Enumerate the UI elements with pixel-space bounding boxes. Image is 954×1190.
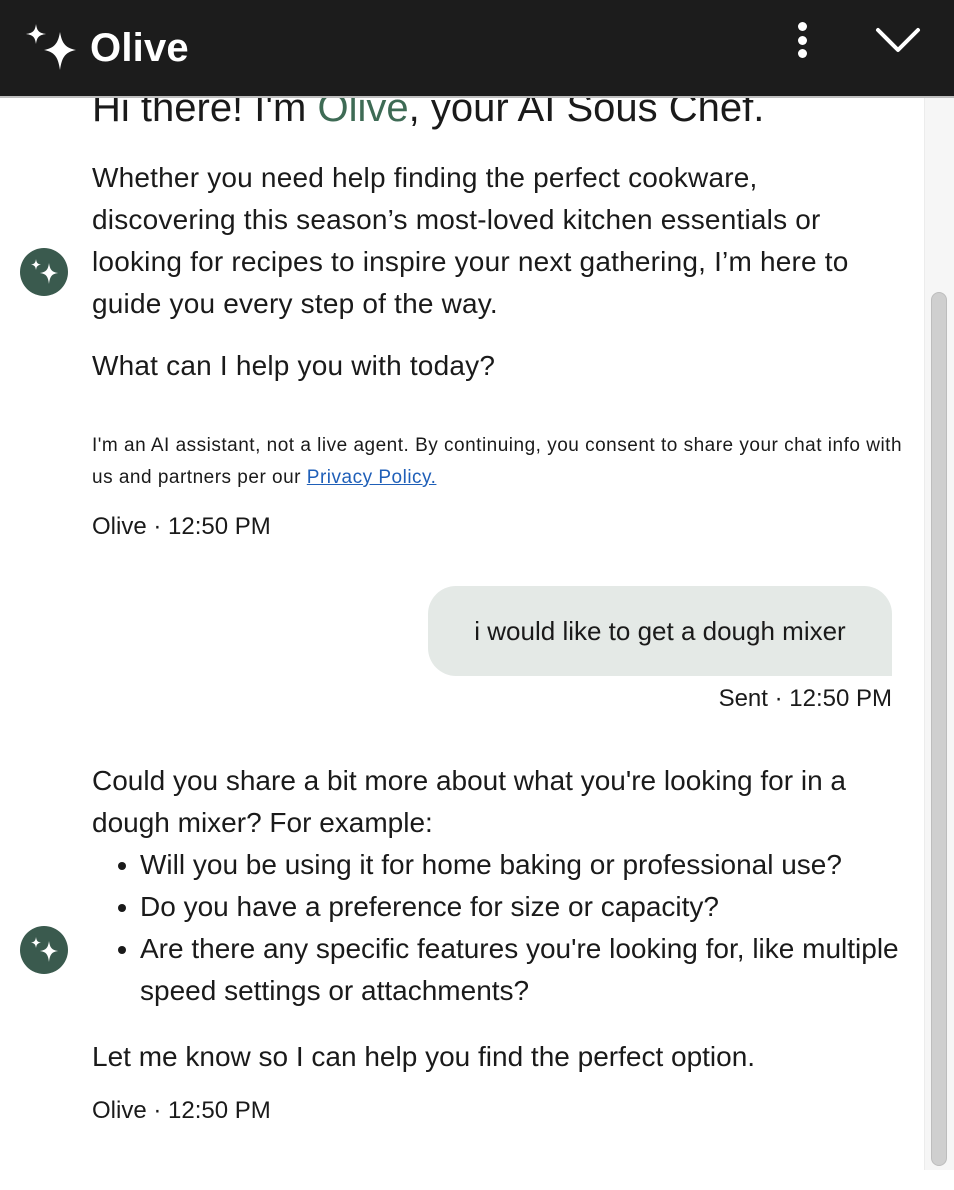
sparkle-icon	[26, 24, 76, 70]
list-item: Do you have a preference for size or cap…	[112, 886, 902, 928]
user-message-bubble: i would like to get a dough mixer	[428, 586, 892, 676]
greeting-paragraph: Whether you need help finding the perfec…	[92, 162, 849, 319]
reply-outro: Let me know so I can help you find the p…	[92, 1041, 756, 1072]
assistant-reply: Could you share a bit more about what yo…	[92, 760, 902, 1078]
chat-header: Olive	[0, 0, 954, 96]
assistant-avatar	[20, 248, 68, 296]
privacy-policy-link[interactable]: Privacy Policy.	[307, 467, 437, 488]
scrollbar-thumb[interactable]	[931, 292, 947, 1166]
collapse-chat-button[interactable]	[872, 20, 924, 60]
list-item: Are there any specific features you're l…	[112, 928, 902, 1012]
sent-status: Sent · 12:50 PM	[718, 685, 892, 712]
brand: Olive	[22, 24, 189, 72]
more-vertical-icon	[797, 22, 807, 31]
message-meta: Olive · 12:50 PM	[92, 1097, 271, 1124]
chat-messages[interactable]: Hi there! I'm Olive, your AI Sous Chef. …	[0, 98, 924, 1190]
chevron-down-icon	[876, 28, 920, 52]
greeting-title: Hi there! I'm Olive, your AI Sous Chef.	[92, 98, 764, 132]
assistant-name: Olive	[317, 98, 409, 130]
assistant-avatar	[20, 926, 68, 974]
reply-intro: Could you share a bit more about what yo…	[92, 765, 847, 838]
greeting-question: What can I help you with today?	[92, 350, 496, 381]
more-options-button[interactable]	[782, 18, 822, 62]
reply-bullet-list: Will you be using it for home baking or …	[112, 844, 902, 1012]
sparkle-icon	[31, 259, 58, 284]
brand-name: Olive	[90, 25, 189, 70]
ai-disclaimer: I'm an AI assistant, not a live agent. B…	[92, 435, 903, 488]
sparkle-icon	[31, 937, 58, 962]
user-message-text: i would like to get a dough mixer	[474, 615, 846, 646]
list-item: Will you be using it for home baking or …	[112, 844, 902, 886]
message-meta: Olive · 12:50 PM	[92, 513, 271, 540]
